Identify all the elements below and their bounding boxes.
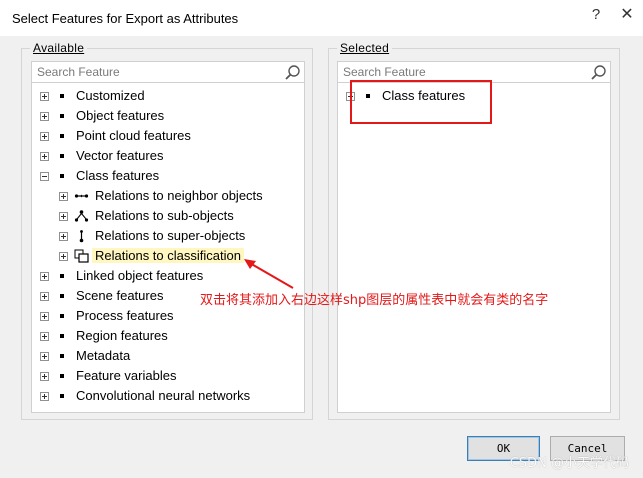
tree-item-label: Object features [76,108,165,123]
tree-item[interactable]: Relations to sub-objects [32,206,304,226]
expand-icon[interactable] [59,232,68,241]
available-legend-text: Available [33,41,85,55]
tree-item-label: Customized [76,88,145,103]
expand-icon[interactable] [40,332,49,341]
expand-icon[interactable] [59,252,68,261]
bullet-icon [60,174,64,178]
available-search-box [31,61,305,83]
selected-legend-text: Selected [340,41,390,55]
expand-icon[interactable] [40,372,49,381]
tree-item-label: Relations to classification [92,248,244,263]
tree-item-label: Metadata [76,348,131,363]
bullet-icon [60,274,64,278]
tree-item[interactable]: Metadata [32,346,304,366]
bullet-icon [60,94,64,98]
tree-item-label: Point cloud features [76,128,191,143]
tree-item-label: Scene features [76,288,164,303]
tree-item-label: Relations to sub-objects [95,208,234,223]
available-legend: Available [30,41,88,55]
selected-legend: Selected [337,41,393,55]
expand-icon[interactable] [40,112,49,121]
bullet-icon [60,294,64,298]
available-search-input[interactable] [32,62,280,82]
tree-item[interactable]: Convolutional neural networks [32,386,304,406]
bullet-icon [60,314,64,318]
expand-icon[interactable] [59,192,68,201]
bullet-icon [60,394,64,398]
selected-search-input[interactable] [338,62,586,82]
collapse-icon[interactable] [40,172,49,181]
close-button[interactable]: ✕ [614,4,640,26]
bullet-icon [60,154,64,158]
tree-item-label: Feature variables [76,368,177,383]
help-button[interactable]: ? [583,4,609,26]
expand-icon[interactable] [59,212,68,221]
tree-item-label: Region features [76,328,168,343]
classification-icon [74,249,89,263]
title-bar: Select Features for Export as Attributes… [0,0,643,36]
bullet-icon [60,334,64,338]
tree-item[interactable]: Point cloud features [32,126,304,146]
tree-item-label: Relations to super-objects [95,228,246,243]
expand-icon[interactable] [40,92,49,101]
tree-item[interactable]: Process features [32,306,304,326]
neighbor-relation-icon [74,189,89,203]
annotation-text: 双击将其添加入右边这样shp图层的属性表中就会有类的名字 [200,293,549,308]
highlight-box [350,80,492,124]
tree-item-label: Linked object features [76,268,204,283]
tree-item-label: Process features [76,308,174,323]
annotation-arrow-icon [244,259,294,289]
expand-icon[interactable] [40,392,49,401]
tree-item[interactable]: Region features [32,326,304,346]
tree-item[interactable]: Customized [32,86,304,106]
selected-feature-tree[interactable]: Class features [337,83,611,413]
tree-item-label: Vector features [76,148,164,163]
tree-item[interactable]: Vector features [32,146,304,166]
bullet-icon [60,374,64,378]
expand-icon[interactable] [40,312,49,321]
super-objects-icon [74,229,89,243]
expand-icon[interactable] [40,272,49,281]
search-icon[interactable] [590,64,607,81]
tree-item-label: Relations to neighbor objects [95,188,263,203]
bullet-icon [60,134,64,138]
bullet-icon [60,114,64,118]
tree-item[interactable]: Feature variables [32,366,304,386]
sub-objects-icon [74,209,89,223]
search-icon[interactable] [284,64,301,81]
expand-icon[interactable] [40,292,49,301]
tree-item[interactable]: Relations to neighbor objects [32,186,304,206]
expand-icon[interactable] [40,132,49,141]
tree-item[interactable]: Object features [32,106,304,126]
expand-icon[interactable] [40,352,49,361]
available-feature-tree[interactable]: Customized Object features Point cloud fea… [31,83,305,413]
window-title: Select Features for Export as Attributes [12,11,239,26]
tree-item[interactable]: Class features [32,166,304,186]
tree-item-label: Class features [76,168,160,183]
expand-icon[interactable] [40,152,49,161]
watermark: CSDN @小天学代码 [509,456,629,471]
bullet-icon [60,354,64,358]
tree-item-label: Convolutional neural networks [76,388,251,403]
tree-item[interactable]: Relations to super-objects [32,226,304,246]
